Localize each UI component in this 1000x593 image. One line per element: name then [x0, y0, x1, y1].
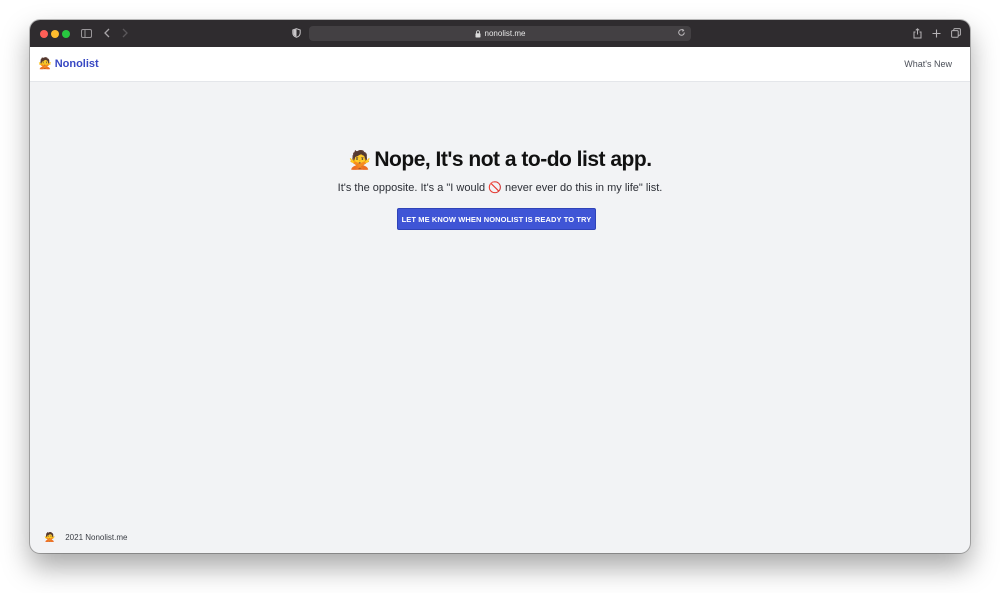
brand-link[interactable]: 🙅 Nonolist — [38, 57, 99, 71]
subtitle: It's the opposite. It's a "I would 🚫 nev… — [30, 181, 970, 194]
whats-new-link[interactable]: What's New — [904, 59, 952, 69]
footer-copyright: 2021 Nonolist.me — [65, 533, 128, 542]
person-gesturing-no-icon: 🙅 — [38, 58, 52, 70]
url-text: nonolist.me — [484, 29, 526, 38]
lock-icon — [475, 29, 481, 38]
sidebar-toggle-icon[interactable] — [80, 26, 92, 40]
site-navbar: 🙅 Nonolist What's New — [30, 47, 970, 82]
person-gesturing-no-icon: 🙅 — [348, 150, 371, 170]
address-bar[interactable]: nonolist.me — [309, 26, 691, 41]
subtitle-part-1: It's the opposite. It's a "I would — [337, 182, 486, 194]
privacy-shield-icon[interactable] — [291, 26, 301, 40]
close-window-button[interactable] — [40, 30, 48, 38]
zoom-window-button[interactable] — [62, 30, 70, 38]
reload-icon[interactable] — [677, 28, 686, 37]
site-footer: 🙅 2021 Nonolist.me — [44, 532, 127, 543]
notify-me-button[interactable]: LET ME KNOW WHEN NONOLIST IS READY TO TR… — [397, 208, 596, 230]
prohibited-icon: 🚫 — [488, 182, 502, 194]
forward-icon[interactable] — [120, 26, 130, 40]
subtitle-part-2: never ever do this in my life" list. — [505, 182, 663, 194]
person-gesturing-no-icon: 🙅 — [44, 532, 56, 542]
share-icon[interactable] — [912, 26, 922, 40]
back-icon[interactable] — [102, 26, 112, 40]
minimize-window-button[interactable] — [51, 30, 59, 38]
page-title: 🙅 Nope, It's not a to-do list app. — [30, 148, 970, 172]
headline-text: Nope, It's not a to-do list app. — [374, 148, 652, 171]
hero-section: 🙅 Nope, It's not a to-do list app. It's t… — [30, 82, 970, 512]
tab-overview-icon[interactable] — [950, 26, 961, 40]
browser-toolbar: nonolist.me — [30, 20, 970, 47]
browser-window: nonolist.me 🙅 Nonolist What's New 🙅 Nope,… — [30, 20, 970, 553]
brand-name: Nonolist — [54, 57, 99, 70]
new-tab-icon[interactable] — [931, 26, 941, 40]
